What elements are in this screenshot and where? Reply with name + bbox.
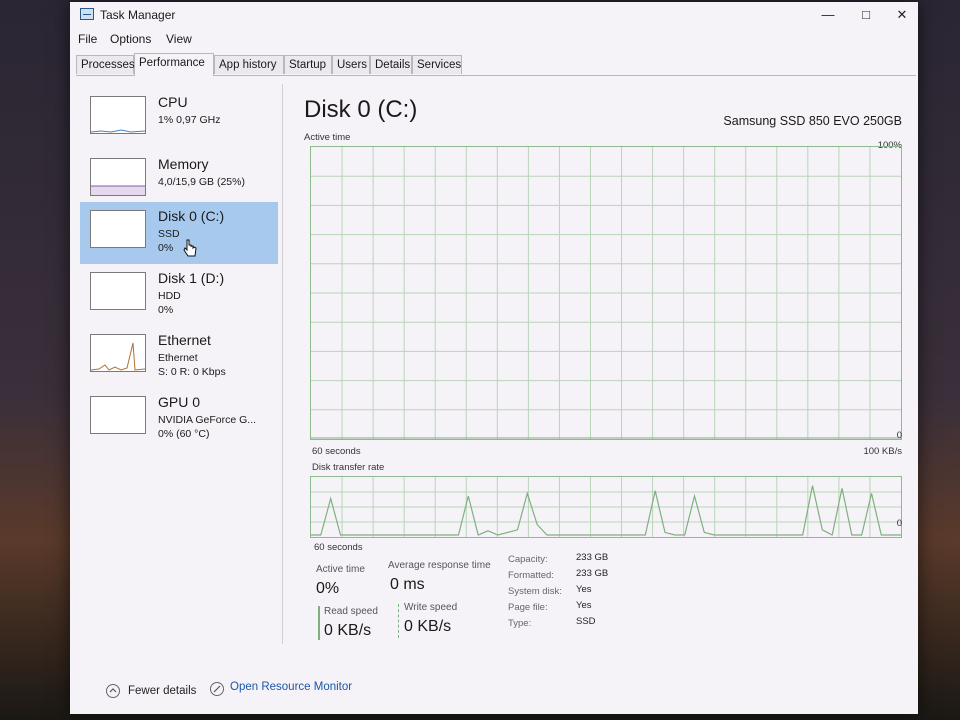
transfer-rate-graph [310,476,902,538]
read-speed-value: 0 KB/s [324,622,372,639]
sidebar-item-adapter: Ethernet [158,352,198,364]
menu-bar: File Options View [70,30,918,48]
sidebar-item-disk-1[interactable]: Disk 1 (D:) HDD 0% [80,264,278,326]
sidebar-item-label: Disk 0 (C:) [158,208,225,224]
sidebar-item-label: Memory [158,156,209,172]
resource-monitor-icon [210,682,224,696]
sidebar-item-type: SSD [158,228,180,240]
sidebar-item-throughput: S: 0 R: 0 Kbps [158,366,226,378]
sidebar-item-label: Disk 1 (D:) [158,270,225,286]
menu-options[interactable]: Options [110,32,151,46]
page-file-value: Yes [576,600,592,611]
transfer-rate-duration-label: 60 seconds [314,542,363,553]
minimize-icon[interactable]: — [810,4,846,26]
read-speed-label: Read speed [324,606,378,617]
resource-sidebar: CPU 1% 0,97 GHz Memory 4,0/15,9 GB (25%)… [76,84,283,644]
sidebar-item-usage: 0% (60 °C) [158,428,210,440]
tab-services[interactable]: Services [412,55,462,74]
active-time-duration-label: 60 seconds [312,446,361,457]
write-speed-marker [398,604,399,638]
avg-response-stat-value: 0 ms [390,576,425,593]
transfer-rate-graph-label: Disk transfer rate [312,462,385,473]
type-value: SSD [576,616,596,627]
sidebar-item-disk-0[interactable]: Disk 0 (C:) SSD 0% [80,202,278,264]
sidebar-item-model: NVIDIA GeForce G... [158,414,257,426]
type-label: Type: [508,618,532,629]
page-file-label: Page file: [508,602,548,613]
tab-app-history[interactable]: App history [214,55,284,74]
task-manager-window: Task Manager — □ ✕ File Options View Pro… [70,2,918,714]
sidebar-item-usage: 0% [158,242,174,254]
sidebar-item-usage: 0% [158,304,174,316]
capacity-label: Capacity: [508,554,548,565]
sidebar-item-label: CPU [158,94,188,110]
disk-0-thumbnail [90,210,146,248]
tab-processes[interactable]: Processes [76,55,135,74]
tab-strip: Processes Performance App history Startu… [76,53,916,76]
active-time-graph-label: Active time [304,132,351,143]
read-speed-marker [318,606,320,640]
system-disk-value: Yes [576,584,592,595]
menu-view[interactable]: View [166,32,192,46]
gpu-thumbnail [90,396,146,434]
transfer-rate-line [311,485,901,536]
close-icon[interactable]: ✕ [884,4,920,26]
sidebar-item-gpu[interactable]: GPU 0 NVIDIA GeForce G... 0% (60 °C) [80,388,278,450]
fewer-details-link[interactable]: Fewer details [128,685,196,697]
disk-1-thumbnail [90,272,146,310]
active-time-graph [310,146,902,440]
tab-performance[interactable]: Performance [134,53,214,76]
sidebar-item-type: HDD [158,290,181,302]
menu-file[interactable]: File [78,32,97,46]
sidebar-item-cpu[interactable]: CPU 1% 0,97 GHz [80,88,278,150]
formatted-value: 233 GB [576,568,609,579]
cpu-thumbnail [90,96,146,134]
task-manager-icon [80,8,94,20]
chevron-up-icon[interactable] [106,684,120,698]
window-title: Task Manager [100,8,176,22]
write-speed-label: Write speed [404,602,458,613]
sidebar-item-label: GPU 0 [158,394,201,410]
formatted-label: Formatted: [508,570,554,581]
sidebar-item-label: Ethernet [158,332,211,348]
open-resource-monitor-link[interactable]: Open Resource Monitor [230,681,352,693]
active-time-min-label: 0 [896,430,902,441]
sidebar-item-detail: 1% 0,97 GHz [158,114,221,126]
tab-users[interactable]: Users [332,55,370,74]
capacity-value: 233 GB [576,552,609,563]
tab-details[interactable]: Details [370,55,412,74]
ethernet-thumbnail [90,334,146,372]
maximize-icon[interactable]: □ [848,4,884,26]
disk-model: Samsung SSD 850 EVO 250GB [723,114,902,128]
transfer-rate-max-label: 100 KB/s [863,446,902,457]
active-time-stat-value: 0% [316,580,340,597]
write-speed-value: 0 KB/s [404,618,452,635]
memory-thumbnail [90,158,146,196]
transfer-rate-min-label: 0 [896,518,902,529]
footer: Fewer details Open Resource Monitor [70,672,918,712]
sidebar-item-detail: 4,0/15,9 GB (25%) [158,176,245,188]
title-bar: Task Manager — □ ✕ [70,2,918,28]
page-title: Disk 0 (C:) [304,96,418,123]
active-time-stat-label: Active time [316,564,365,575]
avg-response-stat-label: Average response time [388,560,491,571]
disk-detail-panel: Disk 0 (C:) Samsung SSD 850 EVO 250GB Ac… [300,90,910,650]
tab-startup[interactable]: Startup [284,55,332,74]
system-disk-label: System disk: [508,586,562,597]
hand-cursor-icon [183,239,197,257]
sidebar-item-ethernet[interactable]: Ethernet Ethernet S: 0 R: 0 Kbps [80,326,278,388]
